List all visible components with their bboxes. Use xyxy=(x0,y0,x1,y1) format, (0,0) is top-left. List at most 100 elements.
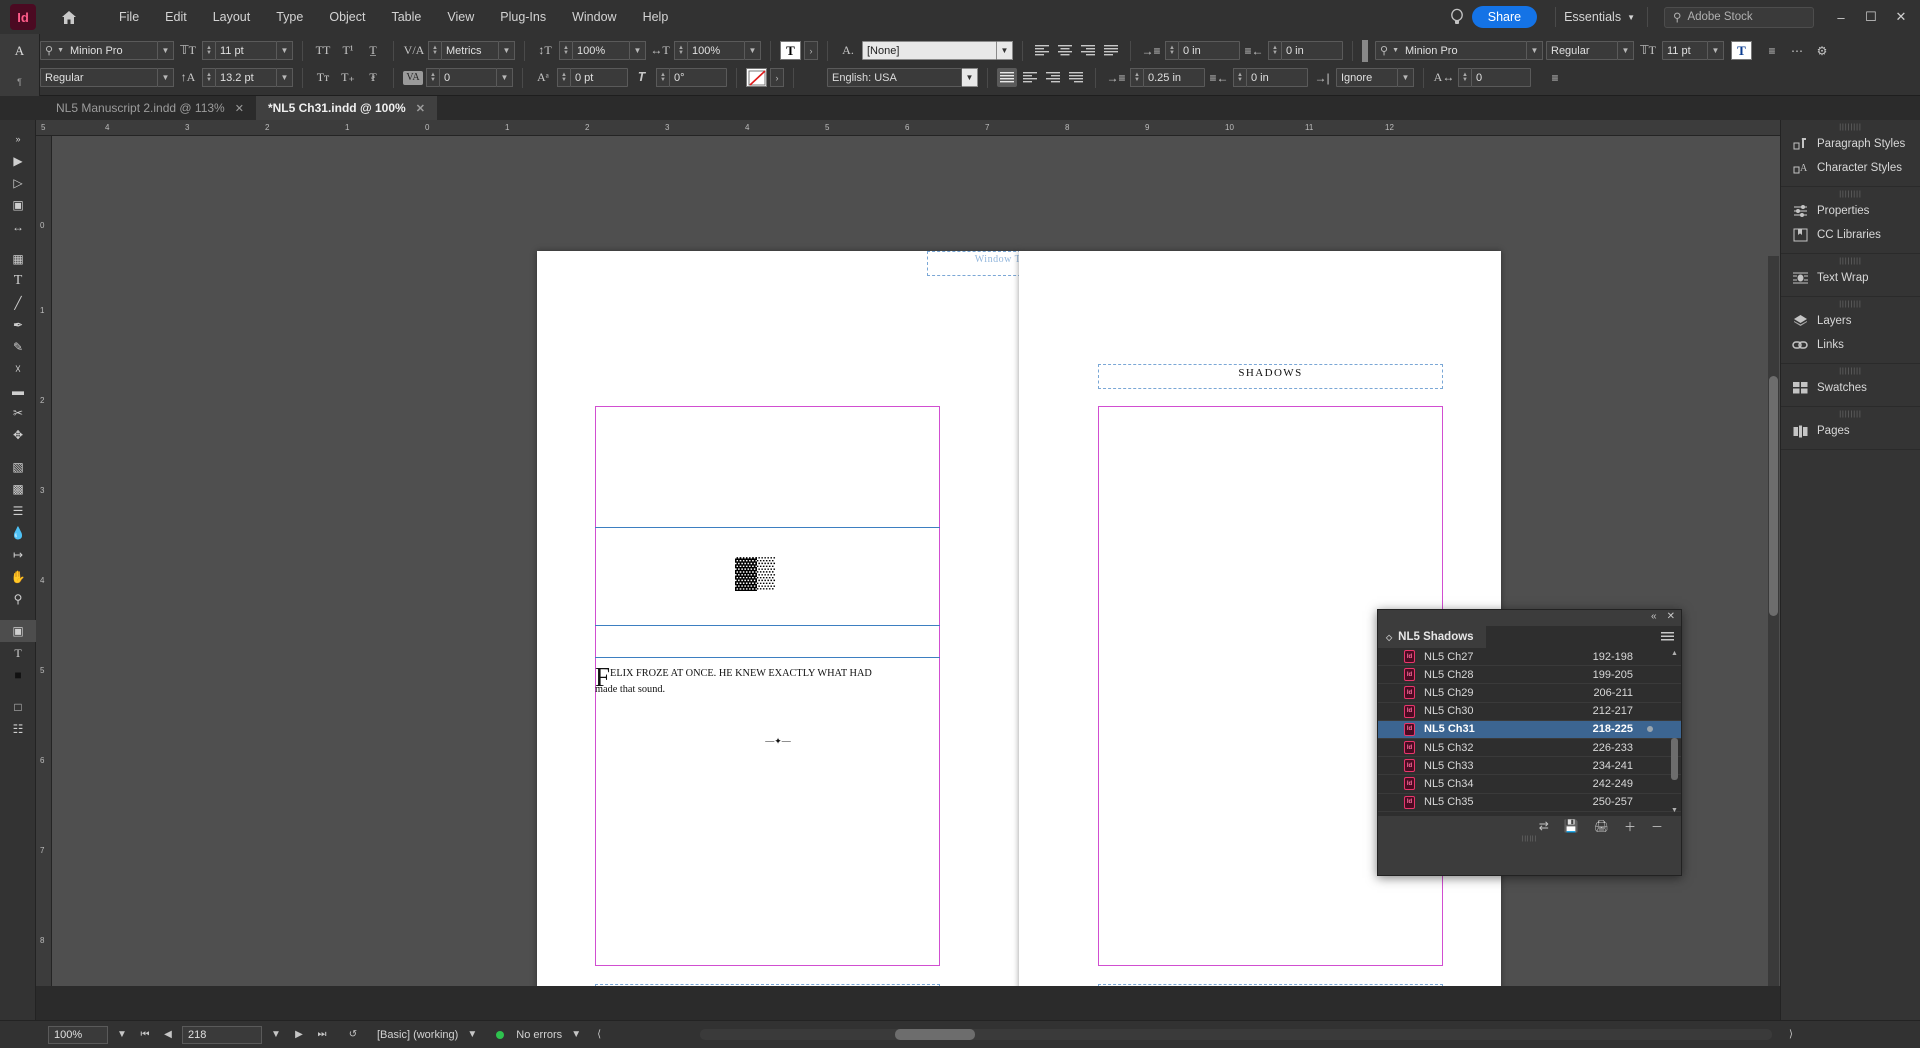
vertical-scale-combo[interactable]: ▲ ▼ 100% ▼ xyxy=(559,41,646,60)
scroll-right-icon[interactable]: ⟩ xyxy=(1782,1029,1800,1040)
running-head-frame-right[interactable]: SHADOWS xyxy=(1098,364,1443,389)
document-tab-manuscript[interactable]: NL5 Manuscript 2.indd @ 113% ✕ xyxy=(44,96,256,120)
menu-table[interactable]: Table xyxy=(378,0,434,34)
align-right-button[interactable] xyxy=(1078,41,1098,60)
paragraph-panel-icon[interactable]: ≡ xyxy=(1544,67,1566,88)
chevron-down-icon[interactable]: ▼ xyxy=(267,1029,285,1040)
menu-edit[interactable]: Edit xyxy=(152,0,200,34)
screen-mode-icon[interactable]: ☷ xyxy=(0,718,36,740)
sidebar-item-paragraph-styles[interactable]: Paragraph Styles xyxy=(1781,132,1920,156)
left-indent-field[interactable]: ▲ ▼ 0 in xyxy=(1165,41,1240,60)
horizontal-scale-stepper[interactable]: ▲ ▼ xyxy=(674,41,687,60)
chevron-down-icon[interactable]: ▼ xyxy=(158,41,174,60)
justify-all-button[interactable] xyxy=(997,68,1017,87)
menu-plugins[interactable]: Plug-Ins xyxy=(487,0,559,34)
panel-collapse-icon[interactable]: » xyxy=(0,128,36,150)
sync-icon[interactable]: ⇄ xyxy=(1539,819,1549,833)
book-list-row[interactable]: Id NL5 Ch30 212-217 xyxy=(1378,703,1681,721)
scroll-left-icon[interactable]: ⟨ xyxy=(590,1029,608,1040)
book-list-row-selected[interactable]: Id NL5 Ch31 218-225 xyxy=(1378,720,1681,739)
canvas-horizontal-scrollbar[interactable] xyxy=(700,1029,1772,1040)
menu-object[interactable]: Object xyxy=(316,0,378,34)
close-icon[interactable]: ✕ xyxy=(416,102,425,115)
adobe-stock-search[interactable]: ⚲ Adobe Stock xyxy=(1664,6,1814,28)
note-tool[interactable]: ☰ xyxy=(0,500,36,522)
text-tool-indicator[interactable]: T xyxy=(1731,41,1752,60)
book-panel-tab[interactable]: ◇ NL5 Shadows xyxy=(1378,626,1486,648)
close-icon[interactable]: ✕ xyxy=(235,102,244,115)
panel-settings-icon[interactable]: ⚙ xyxy=(1811,40,1833,61)
body-text-line-2[interactable]: made that sound. xyxy=(595,683,943,697)
chevron-down-icon[interactable]: ▼ xyxy=(1708,41,1724,60)
formatting-affects-text-button[interactable]: T xyxy=(780,41,801,60)
chevron-down-icon[interactable]: ▼ xyxy=(745,41,761,60)
close-button[interactable]: ✕ xyxy=(1886,0,1916,34)
font-size-stepper[interactable]: ▲ ▼ xyxy=(202,41,215,60)
book-list-row[interactable]: Id NL5 Ch32 226-233 xyxy=(1378,739,1681,758)
chapter-ornament-glyph[interactable]: ▓▒ xyxy=(735,556,775,590)
align-away-spine-button[interactable] xyxy=(1043,68,1063,87)
right-tracking-stepper[interactable]: ▲ ▼ xyxy=(1458,68,1471,87)
menu-file[interactable]: File xyxy=(106,0,152,34)
underline-button[interactable]: T̲ xyxy=(362,40,384,61)
home-icon[interactable] xyxy=(54,10,84,25)
document-tab-ch31[interactable]: *NL5 Ch31.indd @ 100% ✕ xyxy=(255,96,437,120)
book-document-list[interactable]: Id NL5 Ch27 192-198 Id NL5 Ch28 199-205 … xyxy=(1378,648,1681,816)
kerning-combo[interactable]: ▲ ▼ Metrics ▼ xyxy=(428,41,515,60)
sidebar-item-layers[interactable]: Layers xyxy=(1781,309,1920,333)
first-page-icon[interactable]: ⏮ xyxy=(136,1029,154,1040)
leading-combo[interactable]: ▲ ▼ 13.2 pt ▼ xyxy=(202,68,293,87)
sidebar-item-text-wrap[interactable]: Text Wrap xyxy=(1781,266,1920,290)
chevron-down-icon[interactable]: ▼ xyxy=(1618,41,1634,60)
char-format-toggle-icon[interactable]: A xyxy=(15,43,24,59)
share-button[interactable]: Share xyxy=(1471,6,1538,28)
workspace-switcher[interactable]: Essentials ▼ xyxy=(1564,10,1639,24)
dock-grip[interactable]: |||||||| xyxy=(1781,411,1920,419)
save-icon[interactable]: 💾 xyxy=(1564,819,1579,833)
tracking-stepper[interactable]: ▲ ▼ xyxy=(426,68,439,87)
para-format-toggle-icon[interactable]: ¶ xyxy=(17,77,22,87)
book-panel-titlebar[interactable]: « ✕ xyxy=(1378,610,1681,626)
horizontal-scale-combo[interactable]: ▲ ▼ 100% ▼ xyxy=(674,41,761,60)
chevron-down-icon[interactable]: ▼ xyxy=(463,1029,481,1040)
page-transition-icon[interactable]: ↺ xyxy=(344,1029,362,1040)
none-stroke-swatch[interactable] xyxy=(746,68,767,87)
book-list-row[interactable]: Id NL5 Ch28 199-205 xyxy=(1378,666,1681,685)
menu-help[interactable]: Help xyxy=(630,0,682,34)
all-caps-button[interactable]: TT xyxy=(312,40,334,61)
book-panel-resize-grip[interactable]: |||||| xyxy=(1378,836,1681,842)
menu-type[interactable]: Type xyxy=(263,0,316,34)
chevron-down-icon[interactable]: ▼ xyxy=(962,68,978,87)
gradient-feather-tool[interactable]: ▩ xyxy=(0,478,36,500)
vertical-ruler[interactable]: 0 1 2 3 4 5 6 7 8 xyxy=(36,136,52,986)
chevron-down-icon[interactable]: ▼ xyxy=(277,41,293,60)
horizontal-ruler[interactable]: 5 4 3 2 1 0 1 2 3 4 5 6 7 8 9 10 11 12 xyxy=(36,120,1920,136)
strikethrough-button[interactable]: ₮ xyxy=(362,67,384,88)
chevron-down-icon[interactable]: ▼ xyxy=(499,41,515,60)
formatting-container-icon[interactable]: T xyxy=(0,642,36,664)
chevron-down-icon[interactable]: ▼ xyxy=(630,41,646,60)
chevron-down-icon[interactable]: ▼ xyxy=(997,41,1013,60)
swatch-expand-icon[interactable]: › xyxy=(770,68,784,87)
dock-grip[interactable]: |||||||| xyxy=(1781,124,1920,132)
remove-icon[interactable]: － xyxy=(1651,818,1663,835)
frame-tool[interactable]: ☓ xyxy=(0,358,36,380)
language-combo[interactable]: English: USA ▼ xyxy=(827,68,978,87)
sidebar-item-links[interactable]: Links xyxy=(1781,333,1920,357)
fill-color-swatch[interactable]: ■ xyxy=(0,664,36,686)
chevron-down-icon[interactable]: ▼ xyxy=(113,1029,131,1040)
book-list-row[interactable]: Id NL5 Ch33 234-241 xyxy=(1378,757,1681,776)
minimize-button[interactable]: – xyxy=(1826,0,1856,34)
document-canvas[interactable]: ▓▒ F ELIX FROZE AT ONCE. HE KNEW EXACTLY… xyxy=(52,136,1920,986)
baseline-shift-stepper[interactable]: ▲ ▼ xyxy=(557,68,570,87)
close-icon[interactable]: ✕ xyxy=(1667,611,1675,622)
right-font-family-combo[interactable]: ⚲ ▼ Minion Pro ▼ xyxy=(1375,41,1543,60)
hand-tool[interactable]: ✋ xyxy=(0,566,36,588)
scissors-tool[interactable]: ✂ xyxy=(0,402,36,424)
measure-tool[interactable]: ↦ xyxy=(0,544,36,566)
menu-layout[interactable]: Layout xyxy=(200,0,264,34)
direct-selection-tool[interactable]: ▷ xyxy=(0,172,36,194)
align-justify-last-right-button[interactable] xyxy=(1066,68,1086,87)
line-tool[interactable]: ╱ xyxy=(0,292,36,314)
gradient-swatch-tool[interactable]: ▧ xyxy=(0,456,36,478)
